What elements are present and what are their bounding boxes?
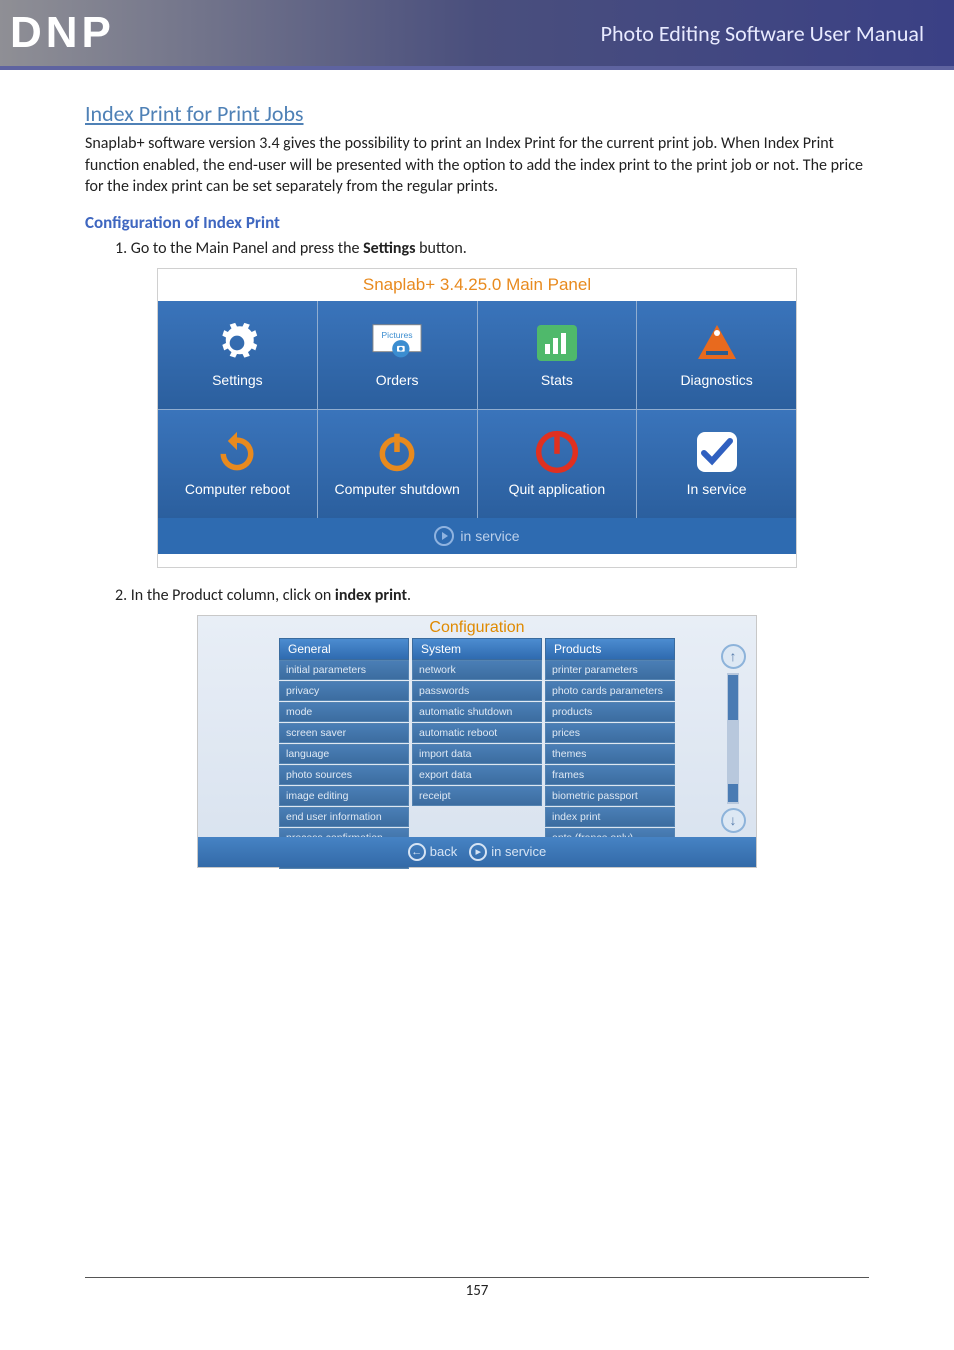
scroll-up-icon[interactable]: ↑ [721,644,746,669]
config-item[interactable]: privacy [279,681,409,701]
power-icon [372,431,422,473]
inservice-tile[interactable]: In service [637,410,796,518]
config-item[interactable]: initial parameters [279,660,409,680]
config-col-head[interactable]: Products [545,638,675,660]
back-label: back [430,844,457,859]
reboot-icon [212,431,262,473]
scroll-thumb[interactable] [728,675,738,720]
quit-tile[interactable]: Quit application [478,410,637,518]
main-panel-screenshot: Snaplab+ 3.4.25.0 Main Panel Settings Pi… [157,268,797,568]
step2-prefix: 2. In the Product column, click on [115,586,335,605]
scroll-thumb-small [728,784,738,802]
tile-label: Computer reboot [185,481,290,497]
play-icon: ▸ [469,843,487,861]
config-item[interactable]: biometric passport [545,786,675,806]
play-icon [434,526,454,546]
step2-suffix: . [407,586,411,605]
page-content: Index Print for Print Jobs Snaplab+ soft… [0,70,954,868]
tile-label: In service [687,481,747,497]
inservice-label: in service [491,844,546,859]
footer-label: in service [460,528,519,544]
back-button[interactable]: ← back [408,843,457,861]
config-item[interactable]: automatic shutdown [412,702,542,722]
step1-prefix: 1. Go to the Main Panel and press the [115,239,363,258]
config-col-system: System network passwords automatic shutd… [412,638,542,869]
page-footer: 157 [85,1277,869,1300]
svg-text:Pictures: Pictures [382,330,414,340]
tile-label: Settings [212,372,263,388]
config-col-head[interactable]: System [412,638,542,660]
config-panel-screenshot: Configuration General initial parameters… [197,615,757,868]
diagnostics-tile[interactable]: Diagnostics [637,301,796,409]
config-title: Configuration [198,616,756,638]
sub-heading: Configuration of Index Print [85,212,869,233]
main-panel-footer[interactable]: in service [158,518,796,554]
step1-bold: Settings [363,239,415,258]
tile-label: Orders [376,372,419,388]
header-title: Photo Editing Software User Manual [601,20,924,47]
config-item[interactable]: index print [545,807,675,827]
stats-tile[interactable]: Stats [478,301,637,409]
config-cols: General initial parameters privacy mode … [198,638,756,869]
check-icon [692,431,742,473]
config-scrollbar[interactable]: ↑ ↓ [718,644,748,833]
tile-label: Diagnostics [680,372,752,388]
config-footer: ← back ▸ in service [198,837,756,867]
step1-suffix: button. [415,239,466,258]
config-item[interactable]: printer parameters [545,660,675,680]
config-item[interactable]: prices [545,723,675,743]
diagnostics-icon [692,322,742,364]
config-item[interactable]: automatic reboot [412,723,542,743]
main-panel-title: Snaplab+ 3.4.25.0 Main Panel [158,269,796,301]
config-item[interactable]: frames [545,765,675,785]
config-item[interactable]: products [545,702,675,722]
config-item[interactable]: photo cards parameters [545,681,675,701]
config-item[interactable]: screen saver [279,723,409,743]
header-bar: DNP Photo Editing Software User Manual [0,0,954,70]
step-2: 2. In the Product column, click on index… [115,586,869,605]
config-item[interactable]: receipt [412,786,542,806]
config-item[interactable]: export data [412,765,542,785]
intro-paragraph: Snaplab+ software version 3.4 gives the … [85,133,869,198]
step2-bold: index print [335,586,407,605]
config-item[interactable]: themes [545,744,675,764]
config-item[interactable]: network [412,660,542,680]
inservice-button[interactable]: ▸ in service [469,843,546,861]
tile-label: Stats [541,372,573,388]
config-item[interactable]: passwords [412,681,542,701]
pictures-icon: Pictures [372,322,422,364]
config-item[interactable]: mode [279,702,409,722]
main-panel-grid: Settings Pictures Orders Stats Diagnosti… [158,301,796,518]
config-item[interactable]: end user information [279,807,409,827]
config-item[interactable]: photo sources [279,765,409,785]
step-1: 1. Go to the Main Panel and press the Se… [115,239,869,258]
gear-icon [212,322,262,364]
shutdown-tile[interactable]: Computer shutdown [318,410,477,518]
scroll-track[interactable] [727,673,739,804]
quit-icon [532,431,582,473]
back-arrow-icon: ← [408,843,426,861]
config-col-products: Products printer parameters photo cards … [545,638,675,869]
orders-tile[interactable]: Pictures Orders [318,301,477,409]
section-heading: Index Print for Print Jobs [85,100,869,127]
config-item[interactable]: language [279,744,409,764]
page-number: 157 [466,1282,489,1300]
settings-tile[interactable]: Settings [158,301,317,409]
logo: DNP [10,8,115,58]
config-col-head[interactable]: General [279,638,409,660]
scroll-down-icon[interactable]: ↓ [721,808,746,833]
config-item[interactable]: import data [412,744,542,764]
reboot-tile[interactable]: Computer reboot [158,410,317,518]
config-col-general: General initial parameters privacy mode … [279,638,409,869]
tile-label: Computer shutdown [334,481,459,497]
config-item[interactable]: image editing [279,786,409,806]
chart-icon [532,322,582,364]
tile-label: Quit application [509,481,606,497]
